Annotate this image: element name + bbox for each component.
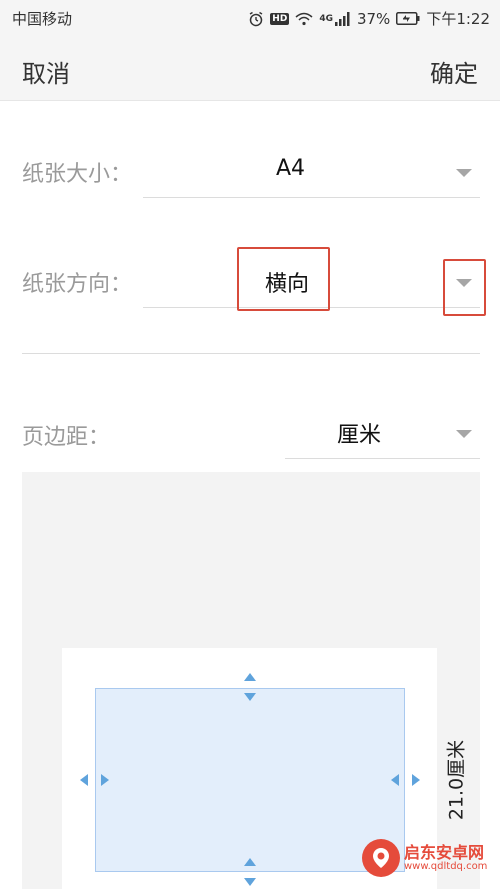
cancel-button[interactable]: 取消: [22, 54, 70, 89]
battery-icon: [396, 11, 420, 27]
page-height-label: 21.0厘米: [445, 739, 468, 821]
watermark-url: www.qdltdq.com: [404, 861, 488, 873]
top-margin-increase-handle[interactable]: [244, 673, 256, 681]
status-icons: HD 4G 37% 下午1:22: [248, 8, 490, 29]
section-divider: [22, 353, 480, 354]
top-margin-decrease-handle[interactable]: [244, 693, 256, 701]
hd-badge: HD: [270, 12, 290, 25]
margins-label: 页边距：: [22, 425, 111, 450]
left-margin-increase-handle[interactable]: [80, 774, 88, 786]
watermark: 启东安卓网 www.qdltdq.com: [362, 835, 492, 881]
paper-size-select[interactable]: [143, 145, 480, 199]
orientation-dropdown-highlight: [443, 259, 486, 316]
orientation-value-highlight: [237, 247, 330, 311]
margin-unit-value: 厘米: [337, 423, 382, 448]
wifi-icon: [295, 11, 313, 27]
paper-size-label: 纸张大小：: [22, 162, 133, 187]
bottom-margin-increase-handle[interactable]: [244, 858, 256, 866]
watermark-logo-icon: [362, 839, 400, 877]
margin-unit-chevron-down-icon[interactable]: [456, 430, 472, 438]
left-margin-decrease-handle[interactable]: [101, 774, 109, 786]
watermark-title: 启东安卓网: [404, 842, 485, 862]
bottom-margin-decrease-handle[interactable]: [244, 878, 256, 886]
clock: 下午1:22: [426, 10, 490, 28]
status-bar: 中国移动 HD 4G 37% 下午1:22: [0, 0, 500, 36]
paper-size-underline: [143, 197, 480, 198]
network-type: 4G: [319, 13, 333, 24]
battery-percent: 37%: [356, 9, 391, 28]
paper-size-value: A4: [276, 156, 306, 181]
confirm-button[interactable]: 确定: [430, 54, 478, 89]
print-settings-screen: 中国移动 HD 4G 37% 下午1:22 取消 确定 纸张大小： A4 纸张方…: [0, 0, 500, 889]
right-margin-increase-handle[interactable]: [412, 774, 420, 786]
margin-unit-underline: [285, 458, 480, 459]
alarm-icon: [248, 11, 264, 27]
app-bar: 取消 确定: [0, 36, 500, 101]
paper-orientation-label: 纸张方向：: [22, 272, 133, 297]
carrier-name: 中国移动: [12, 10, 73, 28]
paper-size-chevron-down-icon[interactable]: [456, 169, 472, 177]
printable-area: [95, 688, 405, 872]
signal-icon: [334, 11, 351, 27]
margin-unit-select[interactable]: [285, 406, 480, 460]
right-margin-decrease-handle[interactable]: [391, 774, 399, 786]
